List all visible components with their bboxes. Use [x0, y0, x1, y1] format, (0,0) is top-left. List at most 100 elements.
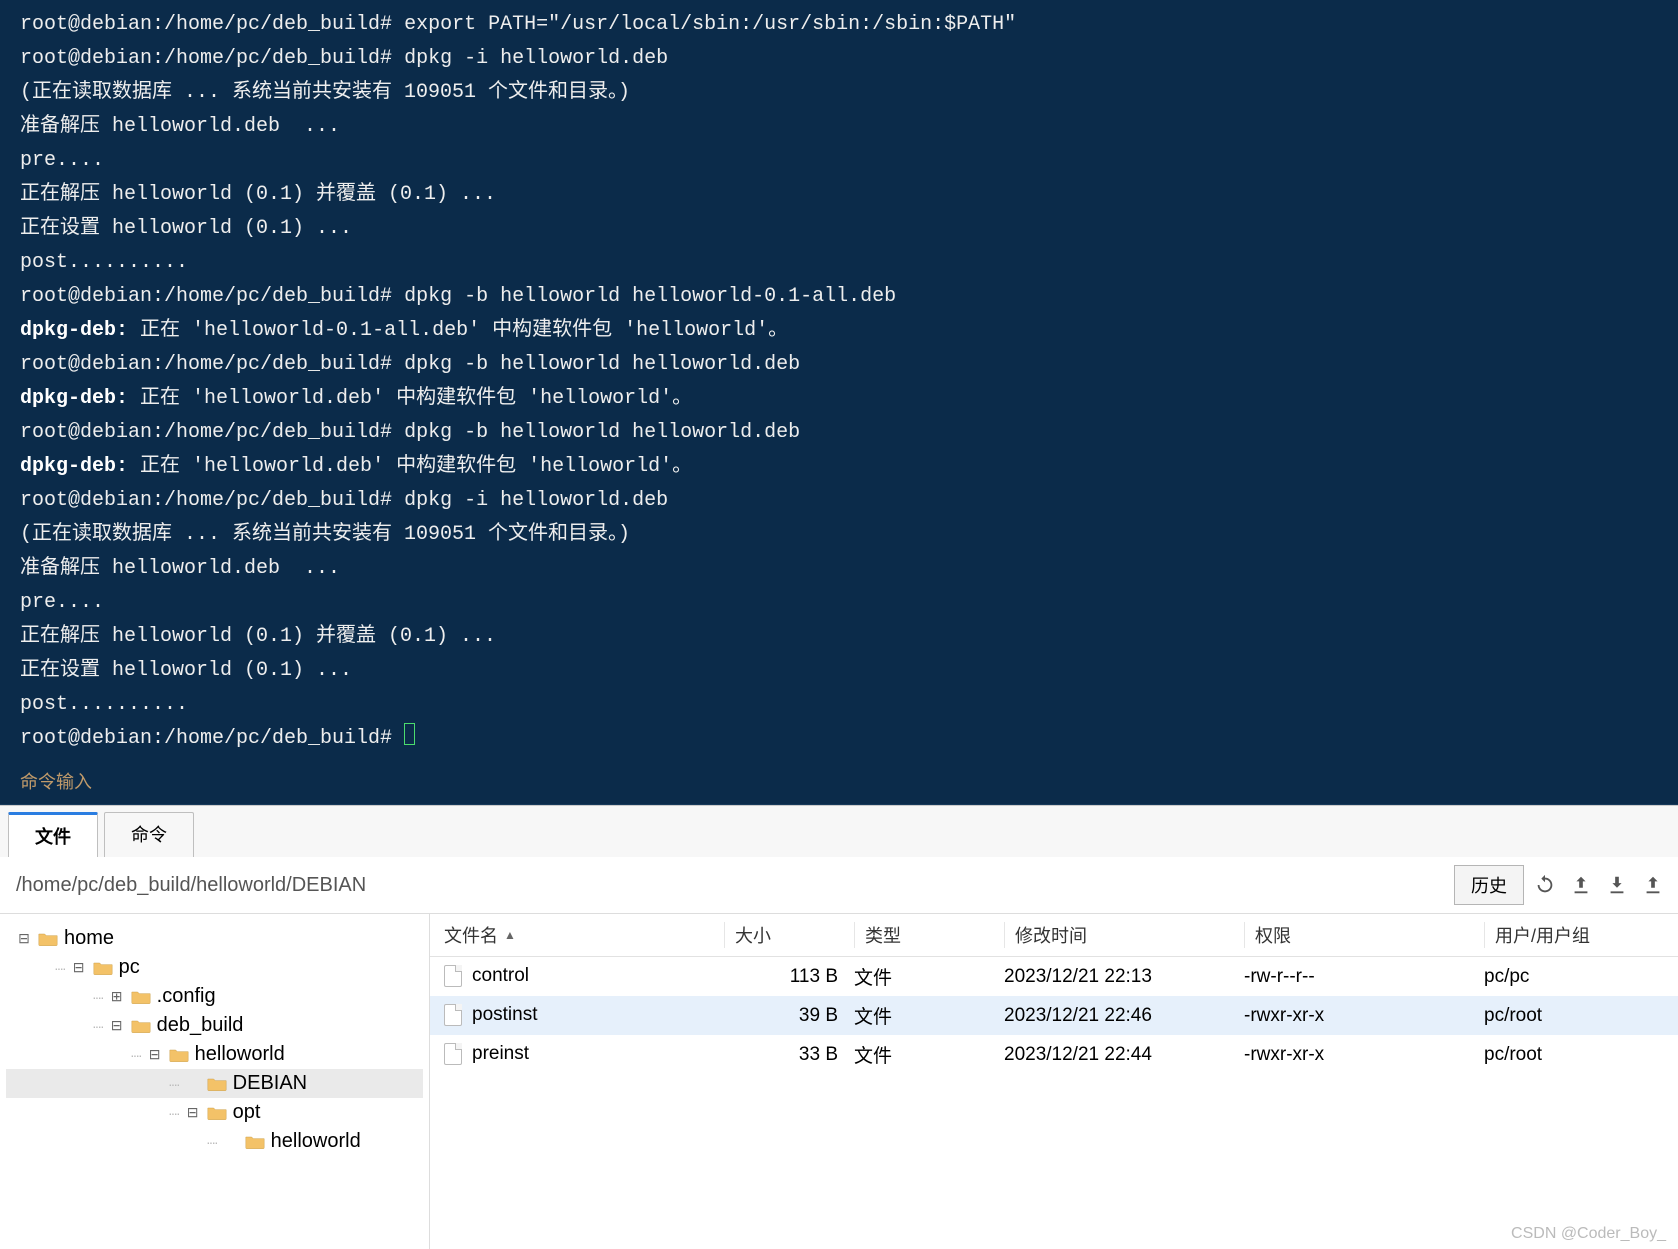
- file-list: 文件名▲ 大小 类型 修改时间 权限 用户/用户组 control113 B文件…: [430, 914, 1678, 1249]
- history-button[interactable]: 历史: [1454, 865, 1524, 905]
- tree-expander-icon[interactable]: ⊟: [147, 1046, 163, 1063]
- tab-file[interactable]: 文件: [8, 812, 98, 857]
- file-panel: 文件 命令 /home/pc/deb_build/helloworld/DEBI…: [0, 805, 1678, 1249]
- tree-node[interactable]: ····⊟opt: [6, 1098, 423, 1127]
- cell-perm: -rwxr-xr-x: [1244, 1005, 1484, 1027]
- upload-alt-icon[interactable]: [1642, 874, 1664, 896]
- cell-name: control: [444, 965, 724, 987]
- tree-node-label: helloworld: [271, 1130, 361, 1153]
- download-icon[interactable]: [1606, 874, 1628, 896]
- command-input-label[interactable]: 命令输入: [0, 762, 1678, 805]
- tree-connector: ····: [130, 1047, 141, 1063]
- directory-tree[interactable]: ⊟home····⊟pc····⊞.config····⊟deb_build··…: [0, 914, 430, 1249]
- file-list-header[interactable]: 文件名▲ 大小 类型 修改时间 权限 用户/用户组: [430, 914, 1678, 957]
- terminal-line: post..........: [20, 246, 1658, 280]
- cell-size: 113 B: [724, 966, 854, 988]
- cell-type: 文件: [854, 963, 1004, 990]
- terminal-line: (正在读取数据库 ... 系统当前共安装有 109051 个文件和目录。): [20, 518, 1658, 552]
- cell-owner: pc/root: [1484, 1005, 1678, 1027]
- col-name[interactable]: 文件名▲: [444, 922, 724, 948]
- col-owner[interactable]: 用户/用户组: [1484, 922, 1678, 948]
- path-bar: /home/pc/deb_build/helloworld/DEBIAN 历史: [0, 857, 1678, 914]
- tree-expander-icon[interactable]: ⊟: [185, 1104, 201, 1121]
- folder-icon: [169, 1047, 189, 1063]
- tree-node-label: pc: [119, 956, 140, 979]
- tree-connector: ····: [92, 989, 103, 1005]
- tree-node-label: deb_build: [157, 1014, 244, 1037]
- terminal-line: root@debian:/home/pc/deb_build# dpkg -b …: [20, 416, 1658, 450]
- terminal-line: 正在解压 helloworld (0.1) 并覆盖 (0.1) ...: [20, 620, 1658, 654]
- tree-node-label: DEBIAN: [233, 1072, 307, 1095]
- terminal-line: 正在设置 helloworld (0.1) ...: [20, 654, 1658, 688]
- terminal-line: dpkg-deb: 正在 'helloworld.deb' 中构建软件包 'he…: [20, 382, 1658, 416]
- terminal-line: dpkg-deb: 正在 'helloworld-0.1-all.deb' 中构…: [20, 314, 1658, 348]
- tree-expander-icon[interactable]: ⊟: [109, 1017, 125, 1034]
- file-icon: [444, 1004, 462, 1026]
- col-size[interactable]: 大小: [724, 922, 854, 948]
- tree-node[interactable]: ···· ⊟ deb_build: [6, 1011, 423, 1040]
- cell-mtime: 2023/12/21 22:44: [1004, 1044, 1244, 1066]
- cell-type: 文件: [854, 1041, 1004, 1068]
- terminal-line: 正在设置 helloworld (0.1) ...: [20, 212, 1658, 246]
- watermark: CSDN @Coder_Boy_: [1511, 1225, 1666, 1243]
- col-perm[interactable]: 权限: [1244, 922, 1484, 948]
- tree-expander-icon[interactable]: ⊟: [16, 930, 32, 947]
- refresh-icon[interactable]: [1534, 874, 1556, 896]
- file-icon: [444, 1043, 462, 1065]
- tab-command[interactable]: 命令: [104, 812, 194, 857]
- cell-owner: pc/pc: [1484, 966, 1678, 988]
- tree-node[interactable]: ····⊟pc: [6, 953, 423, 982]
- file-icon: [444, 965, 462, 987]
- tree-node-label: .config: [157, 985, 216, 1008]
- tree-connector: ····: [92, 1018, 103, 1034]
- terminal-output[interactable]: root@debian:/home/pc/deb_build# export P…: [0, 0, 1678, 762]
- cell-perm: -rw-r--r--: [1244, 966, 1484, 988]
- folder-icon: [207, 1105, 227, 1121]
- terminal-cursor: [404, 723, 415, 745]
- split-view: ⊟home····⊟pc····⊞.config····⊟deb_build··…: [0, 914, 1678, 1249]
- cell-size: 39 B: [724, 1005, 854, 1027]
- terminal-line: dpkg-deb: 正在 'helloworld.deb' 中构建软件包 'he…: [20, 450, 1658, 484]
- terminal-line: root@debian:/home/pc/deb_build# dpkg -i …: [20, 484, 1658, 518]
- tree-node[interactable]: ····⊟helloworld: [6, 1040, 423, 1069]
- col-type[interactable]: 类型: [854, 922, 1004, 948]
- terminal-line: 正在解压 helloworld (0.1) 并覆盖 (0.1) ...: [20, 178, 1658, 212]
- path-input[interactable]: /home/pc/deb_build/helloworld/DEBIAN: [14, 870, 1444, 901]
- tree-node[interactable]: ⊟ home: [6, 924, 423, 953]
- cell-owner: pc/root: [1484, 1044, 1678, 1066]
- table-row[interactable]: postinst39 B文件2023/12/21 22:46-rwxr-xr-x…: [430, 996, 1678, 1035]
- terminal-line: 准备解压 helloworld.deb ...: [20, 110, 1658, 144]
- tree-node[interactable]: ···· helloworld: [6, 1127, 423, 1156]
- terminal-line: post..........: [20, 688, 1658, 722]
- col-mtime[interactable]: 修改时间: [1004, 922, 1244, 948]
- cell-type: 文件: [854, 1002, 1004, 1029]
- tree-node-label: home: [64, 927, 114, 950]
- tree-expander-icon[interactable]: ⊞: [109, 988, 125, 1005]
- folder-icon: [38, 931, 58, 947]
- tab-bar: 文件 命令: [0, 806, 1678, 857]
- terminal-line: root@debian:/home/pc/deb_build# dpkg -i …: [20, 42, 1658, 76]
- terminal-line: root@debian:/home/pc/deb_build# dpkg -b …: [20, 348, 1658, 382]
- cell-mtime: 2023/12/21 22:13: [1004, 966, 1244, 988]
- tree-connector: ····: [206, 1134, 217, 1150]
- terminal-line: pre....: [20, 586, 1658, 620]
- tree-connector: ····: [168, 1105, 179, 1121]
- toolbar-icons: [1534, 874, 1664, 896]
- upload-icon[interactable]: [1570, 874, 1592, 896]
- tree-expander-icon[interactable]: ⊟: [71, 959, 87, 976]
- terminal-line: (正在读取数据库 ... 系统当前共安装有 109051 个文件和目录。): [20, 76, 1658, 110]
- terminal-line: 准备解压 helloworld.deb ...: [20, 552, 1658, 586]
- tree-node[interactable]: ····DEBIAN: [6, 1069, 423, 1098]
- terminal-line: root@debian:/home/pc/deb_build# dpkg -b …: [20, 280, 1658, 314]
- tree-node[interactable]: ···· ⊞ .config: [6, 982, 423, 1011]
- table-row[interactable]: preinst33 B文件2023/12/21 22:44-rwxr-xr-xp…: [430, 1035, 1678, 1074]
- cell-name: postinst: [444, 1004, 724, 1026]
- folder-icon: [207, 1076, 227, 1092]
- cell-mtime: 2023/12/21 22:46: [1004, 1005, 1244, 1027]
- folder-icon: [245, 1134, 265, 1150]
- table-row[interactable]: control113 B文件2023/12/21 22:13-rw-r--r--…: [430, 957, 1678, 996]
- folder-icon: [93, 960, 113, 976]
- cell-size: 33 B: [724, 1044, 854, 1066]
- terminal-line: root@debian:/home/pc/deb_build#: [20, 722, 1658, 756]
- sort-asc-icon: ▲: [504, 928, 516, 942]
